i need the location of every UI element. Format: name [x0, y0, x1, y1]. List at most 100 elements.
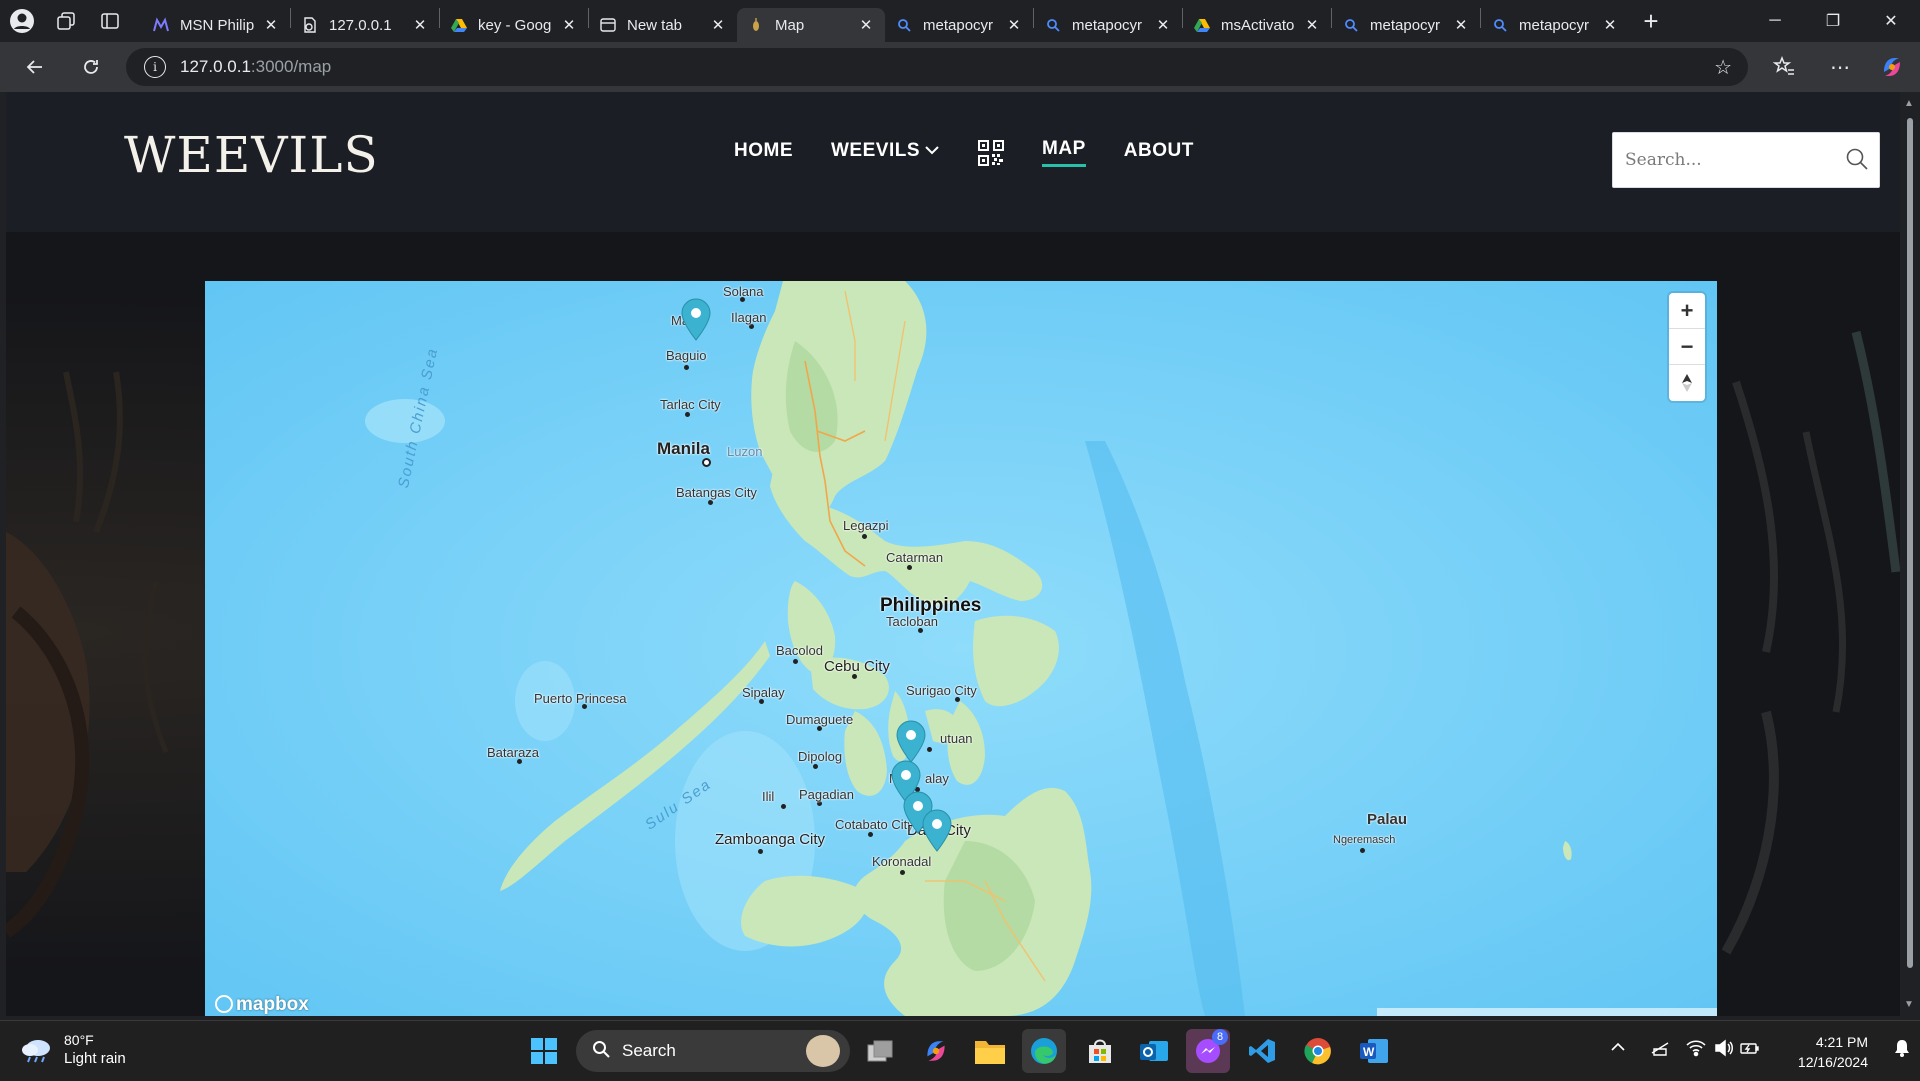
- label-surigao: Surigao City: [906, 683, 977, 698]
- edge-browser-icon[interactable]: [1022, 1029, 1066, 1073]
- tab-title: MSN Philip: [180, 16, 255, 34]
- restore-button[interactable]: ❐: [1804, 0, 1862, 42]
- mapbox-logo[interactable]: mapbox: [215, 994, 309, 1016]
- address-bar[interactable]: i 127.0.0.1:3000/map ☆: [126, 48, 1748, 86]
- qr-code-icon[interactable]: [978, 139, 1005, 166]
- network-off-icon[interactable]: [1650, 1039, 1670, 1062]
- page-scrollbar[interactable]: ▲ ▼: [1900, 92, 1920, 1016]
- browser-tab[interactable]: New tab ✕: [589, 8, 737, 42]
- site-logo[interactable]: WEEVILS: [124, 126, 379, 184]
- nav-map[interactable]: MAP: [1042, 138, 1086, 167]
- taskbar-search[interactable]: Search: [576, 1030, 850, 1072]
- new-tab-button[interactable]: +: [1629, 0, 1673, 42]
- favorite-star-icon[interactable]: ☆: [1714, 55, 1732, 80]
- close-tab-icon[interactable]: ✕: [1452, 16, 1470, 34]
- close-tab-icon[interactable]: ✕: [1154, 16, 1172, 34]
- battery-charging-icon[interactable]: [1740, 1039, 1760, 1062]
- system-clock[interactable]: 4:21 PM 12/16/2024: [1798, 1032, 1868, 1072]
- chevron-up-icon[interactable]: [1610, 1039, 1626, 1060]
- search-icon[interactable]: [1845, 147, 1869, 176]
- nav-weevils[interactable]: WEEVILS: [831, 140, 940, 166]
- refresh-button[interactable]: [66, 42, 116, 92]
- outlook-icon[interactable]: [1132, 1029, 1176, 1073]
- copilot-icon[interactable]: [1868, 42, 1916, 92]
- copilot-app-icon[interactable]: [914, 1029, 958, 1073]
- map-marker[interactable]: [921, 808, 953, 852]
- rain-cloud-icon: [22, 1040, 50, 1063]
- close-tab-icon[interactable]: ✕: [262, 16, 280, 34]
- reset-north-button[interactable]: [1669, 365, 1705, 401]
- label-solana: Solana: [723, 284, 764, 299]
- drive-icon: [1193, 16, 1211, 34]
- browser-tab[interactable]: metapocyr ✕: [1481, 8, 1629, 42]
- profile-icon[interactable]: [0, 0, 44, 42]
- map-marker[interactable]: [680, 297, 712, 341]
- taskbar-search-label: Search: [622, 1041, 676, 1060]
- map-attribution[interactable]: [1377, 1008, 1717, 1016]
- chrome-icon[interactable]: [1296, 1029, 1340, 1073]
- browser-tab[interactable]: key - Goog ✕: [440, 8, 588, 42]
- close-tab-icon[interactable]: ✕: [709, 16, 727, 34]
- search-icon: [592, 1040, 610, 1063]
- tab-title: metapocyr: [1370, 16, 1441, 34]
- scroll-up-icon[interactable]: ▲: [1904, 98, 1914, 109]
- more-menu-icon[interactable]: ⋯: [1816, 42, 1864, 92]
- minimize-button[interactable]: ─: [1746, 0, 1804, 42]
- close-window-button[interactable]: ✕: [1862, 0, 1920, 42]
- site-search-input[interactable]: [1625, 150, 1825, 170]
- close-tab-icon[interactable]: ✕: [1601, 16, 1619, 34]
- word-icon[interactable]: W: [1352, 1029, 1396, 1073]
- weather-temp: 80°F: [64, 1032, 94, 1048]
- browser-tab[interactable]: metapocyr ✕: [1332, 8, 1480, 42]
- messenger-badge: 8: [1212, 1029, 1228, 1045]
- label-batangas: Batangas City: [676, 485, 757, 500]
- wifi-icon[interactable]: [1686, 1039, 1706, 1062]
- browser-tab[interactable]: MSN Philip ✕: [142, 8, 290, 42]
- weevil-map[interactable]: Solana Mabi Ilagan Baguio Tarlac City Ma…: [205, 281, 1717, 1016]
- map-controls: + −: [1669, 293, 1705, 401]
- browser-tab[interactable]: 127.0.0.1 ✕: [291, 8, 439, 42]
- favorites-icon[interactable]: [1760, 42, 1808, 92]
- nav-weevils-label: WEEVILS: [831, 139, 921, 161]
- close-tab-icon[interactable]: ✕: [857, 16, 875, 34]
- tab-title: msActivato: [1221, 16, 1295, 34]
- close-tab-icon[interactable]: ✕: [411, 16, 429, 34]
- address-path: :3000/map: [250, 57, 332, 76]
- nav-home[interactable]: HOME: [734, 140, 793, 166]
- tab-title: New tab: [627, 16, 683, 34]
- close-tab-icon[interactable]: ✕: [560, 16, 578, 34]
- weather-widget[interactable]: 80°F Light rain: [20, 1031, 126, 1069]
- label-legazpi: Legazpi: [843, 518, 889, 533]
- vscode-icon[interactable]: [1240, 1029, 1284, 1073]
- label-koronadal: Koronadal: [872, 854, 932, 869]
- site-info-icon[interactable]: i: [144, 56, 166, 78]
- scrollbar-thumb[interactable]: [1907, 118, 1913, 968]
- browser-tab[interactable]: msActivato ✕: [1183, 8, 1331, 42]
- label-tarlac: Tarlac City: [660, 397, 721, 412]
- tab-actions-icon[interactable]: [88, 0, 132, 42]
- zoom-in-button[interactable]: +: [1669, 293, 1705, 329]
- task-view-icon[interactable]: [858, 1029, 902, 1073]
- start-button[interactable]: [522, 1029, 566, 1073]
- browser-tab[interactable]: metapocyr ✕: [1034, 8, 1182, 42]
- search-highlight-icon: [806, 1035, 840, 1067]
- notification-bell-icon[interactable]: [1894, 1039, 1910, 1062]
- nav-about[interactable]: ABOUT: [1124, 140, 1194, 166]
- zoom-out-button[interactable]: −: [1669, 329, 1705, 365]
- clock-date: 12/16/2024: [1797, 1054, 1868, 1070]
- close-tab-icon[interactable]: ✕: [1005, 16, 1023, 34]
- messenger-icon[interactable]: 8: [1186, 1029, 1230, 1073]
- volume-icon[interactable]: [1714, 1039, 1734, 1062]
- browser-tab[interactable]: metapocyr ✕: [885, 8, 1033, 42]
- microsoft-store-icon[interactable]: [1078, 1029, 1122, 1073]
- map-marker[interactable]: [895, 719, 927, 763]
- page-icon: [301, 16, 319, 34]
- label-bacolod: Bacolod: [776, 643, 823, 658]
- close-tab-icon[interactable]: ✕: [1303, 16, 1321, 34]
- back-button[interactable]: [10, 42, 60, 92]
- file-explorer-icon[interactable]: [968, 1029, 1012, 1073]
- workspaces-icon[interactable]: [44, 0, 88, 42]
- browser-tab[interactable]: Map ✕: [737, 8, 885, 42]
- scroll-down-icon[interactable]: ▼: [1904, 999, 1914, 1010]
- site-search-box: [1612, 132, 1880, 188]
